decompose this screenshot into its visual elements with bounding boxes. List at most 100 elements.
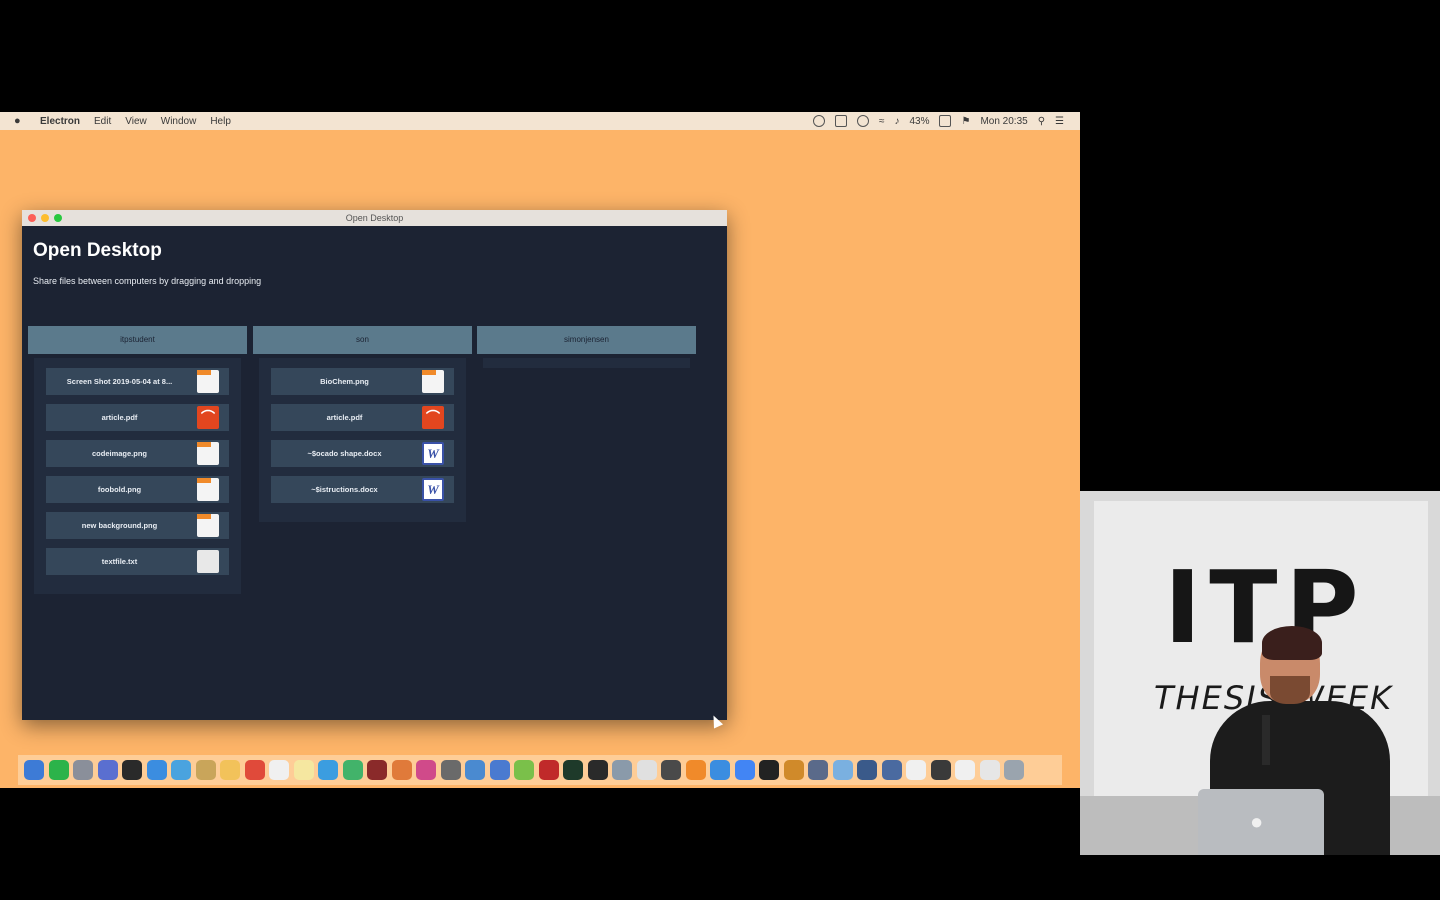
dock-app-icon[interactable] [244,760,265,780]
word-file-icon: W [422,442,444,465]
dock-app-icon[interactable] [489,760,510,780]
file-item[interactable]: foobold.png [46,476,229,503]
drop-zone[interactable] [483,358,690,368]
apple-logo-icon: ● [1250,809,1264,834]
file-name: BioChem.png [320,377,369,386]
record-icon[interactable] [812,115,825,127]
spotlight-search-icon[interactable]: ⚲ [1038,116,1045,127]
window-title: Open Desktop [345,213,404,223]
notification-center-icon[interactable]: ☰ [1055,116,1064,127]
pdf-file-icon: ⌒ [197,406,219,429]
dock-app-icon[interactable] [220,760,240,780]
dock-app-icon[interactable] [759,760,779,780]
image-file-icon [197,478,219,501]
drop-zone[interactable]: Screen Shot 2019-05-04 at 8... article.pd… [34,358,241,594]
dock-app-icon[interactable] [146,760,167,780]
file-item[interactable]: codeimage.png [46,440,229,467]
file-item[interactable]: textfile.txt [46,548,229,575]
dock-app-icon[interactable] [710,760,730,780]
open-desktop-window: Open Desktop Open Desktop Share files be… [22,210,727,720]
speaker-beard [1270,676,1310,704]
peer-column-simonjensen[interactable]: simonjensen [477,326,696,368]
dock-app-icon[interactable] [367,760,387,780]
dock-app-icon[interactable] [293,760,314,780]
file-name: ~$istructions.docx [311,485,378,494]
peer-column-header: son [253,326,472,354]
dock-app-icon[interactable] [48,760,69,780]
dock [18,755,1062,785]
dock-app-icon[interactable] [465,760,485,780]
file-item[interactable]: article.pdf ⌒ [46,404,229,431]
menu-window[interactable]: Window [161,116,197,127]
status-area: ≈ ♪ 43% ⚑ Mon 20:35 ⚲ ☰ [812,115,1064,127]
dock-app-icon[interactable] [808,760,828,780]
menu-view[interactable]: View [125,116,147,127]
menu-edit[interactable]: Edit [94,116,111,127]
dock-app-icon[interactable] [587,760,608,780]
file-name: foobold.png [97,485,142,494]
dock-app-icon[interactable] [514,760,534,780]
dock-app-icon[interactable] [979,760,1000,780]
dock-app-icon[interactable] [440,760,461,780]
wifi-icon[interactable]: ≈ [879,116,885,127]
dock-app-icon[interactable] [906,760,926,780]
file-item[interactable]: BioChem.png [271,368,454,395]
clock[interactable]: Mon 20:35 [980,116,1027,127]
dock-app-icon[interactable] [930,760,951,780]
flag-icon[interactable]: ⚑ [961,116,970,127]
dock-app-icon[interactable] [318,760,338,780]
image-file-icon [422,370,444,393]
dock-app-icon[interactable] [832,760,853,780]
dock-app-icon[interactable] [391,760,412,780]
dock-app-icon[interactable] [269,760,289,780]
dock-app-icon[interactable] [122,760,142,780]
dock-app-icon[interactable] [636,760,657,780]
file-name: article.pdf [101,413,138,422]
dock-app-icon[interactable] [538,760,559,780]
volume-icon[interactable]: ♪ [894,116,899,127]
file-item[interactable]: ~$ocado shape.docx W [271,440,454,467]
dock-app-icon[interactable] [416,760,436,780]
menu-app-name[interactable]: Electron [40,116,80,127]
minimize-window-button[interactable] [41,214,49,222]
dock-app-icon[interactable] [563,760,583,780]
dock-app-icon[interactable] [342,760,363,780]
zoom-window-button[interactable] [54,214,62,222]
dock-app-icon[interactable] [73,760,93,780]
file-item[interactable]: ~$istructions.docx W [271,476,454,503]
file-item[interactable]: article.pdf ⌒ [271,404,454,431]
dock-app-icon[interactable] [97,760,118,780]
window-titlebar[interactable]: Open Desktop [22,210,727,226]
dock-app-icon[interactable] [881,760,902,780]
dock-app-icon[interactable] [685,760,706,780]
dock-app-icon[interactable] [195,760,216,780]
file-item[interactable]: new background.png [46,512,229,539]
file-name: textfile.txt [101,557,138,566]
dock-app-icon[interactable] [612,760,632,780]
dock-app-icon[interactable] [661,760,681,780]
dock-app-icon[interactable] [955,760,975,780]
battery-label[interactable]: 43% [909,116,929,127]
time-machine-icon[interactable] [856,115,869,127]
clipboard-icon[interactable] [834,115,847,127]
app-heading: Open Desktop [33,240,162,261]
battery-icon[interactable] [939,115,952,127]
apple-menu-icon[interactable]: ● [14,115,28,127]
speaker-video: ITP THESIS WEEK ● [1080,491,1440,855]
speaker-beanie [1262,626,1322,660]
file-item[interactable]: Screen Shot 2019-05-04 at 8... [46,368,229,395]
dock-app-icon[interactable] [734,760,755,780]
peer-column-itpstudent[interactable]: itpstudent Screen Shot 2019-05-04 at 8...… [28,326,247,594]
file-name: Screen Shot 2019-05-04 at 8... [66,377,173,386]
dock-app-icon[interactable] [171,760,191,780]
close-window-button[interactable] [28,214,36,222]
dock-app-icon[interactable] [857,760,877,780]
peer-column-son[interactable]: son BioChem.png article.pdf ⌒ ~$ocado shape.… [253,326,472,522]
drop-zone[interactable]: BioChem.png article.pdf ⌒ ~$ocado shape.doc… [259,358,466,522]
desktop: ● Electron Edit View Window Help ≈ ♪ 43%… [0,112,1080,788]
dock-app-icon[interactable] [783,760,804,780]
dock-app-icon[interactable] [1004,760,1024,780]
menu-help[interactable]: Help [210,116,231,127]
peer-column-header: itpstudent [28,326,247,354]
dock-app-icon[interactable] [24,760,44,780]
